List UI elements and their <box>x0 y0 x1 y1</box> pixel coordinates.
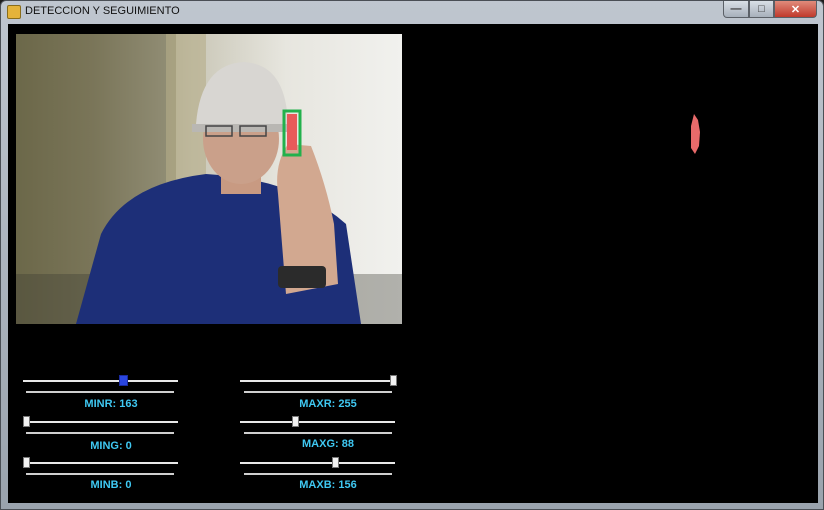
ming-label: MING: 0 <box>90 440 132 452</box>
maxg-slider-thumb[interactable] <box>291 416 299 427</box>
minimize-button[interactable]: — <box>723 1 749 18</box>
maxb-slider-thumb[interactable] <box>331 457 339 468</box>
maximize-button[interactable]: □ <box>749 1 774 18</box>
close-button[interactable]: ✕ <box>774 1 817 18</box>
client-area: MINR: 163 MING: 0 MINB: 0 MAXR: 255 MAXG… <box>8 24 818 503</box>
maxb-label: MAXB: 156 <box>299 479 357 491</box>
minb-track[interactable] <box>23 462 178 464</box>
minr-track[interactable] <box>23 380 178 382</box>
title-bar[interactable]: DETECCION Y SEGUIMIENTO — □ ✕ <box>1 1 823 23</box>
camera-feed <box>16 34 402 324</box>
detected-object <box>287 114 297 150</box>
maxr-track[interactable] <box>240 380 395 382</box>
mask-blob <box>691 114 700 154</box>
wristwatch <box>278 266 326 288</box>
minb-label: MINB: 0 <box>90 479 132 491</box>
minr-label: MINR: 163 <box>84 398 138 410</box>
threshold-mask-view <box>418 34 814 324</box>
camera-frame <box>16 34 402 324</box>
cap <box>196 62 288 124</box>
ming-track[interactable] <box>23 421 178 423</box>
ming-slider-thumb[interactable] <box>23 416 30 427</box>
window-title: DETECCION Y SEGUIMIENTO <box>25 5 180 17</box>
maxg-track[interactable] <box>240 421 395 423</box>
maxg-label: MAXG: 88 <box>302 438 354 450</box>
maxr-label: MAXR: 255 <box>299 398 357 410</box>
app-window: DETECCION Y SEGUIMIENTO — □ ✕ MINR: 163 … <box>0 0 824 510</box>
app-icon <box>7 5 21 19</box>
maxb-track[interactable] <box>240 462 395 464</box>
maxr-slider-thumb[interactable] <box>390 375 397 386</box>
minb-slider-thumb[interactable] <box>23 457 30 468</box>
minr-slider-thumb[interactable] <box>118 375 128 386</box>
